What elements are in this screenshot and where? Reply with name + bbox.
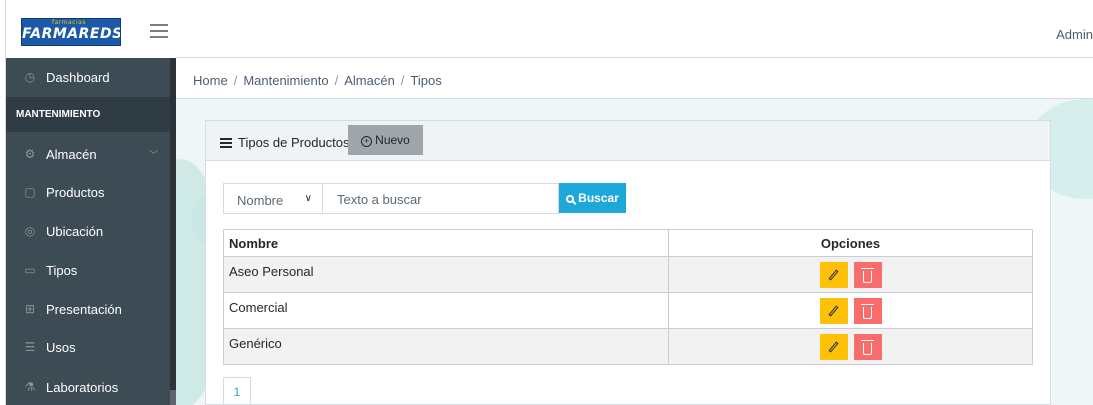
breadcrumb-almacen[interactable]: Almacén (344, 73, 395, 88)
table-row: Comercial (223, 292, 1033, 329)
card-header: Tipos de Productos + Nuevo (206, 121, 1050, 161)
column-header-opciones: Opciones (668, 229, 1033, 257)
list-icon (220, 138, 232, 148)
sidebar-item-usos[interactable]: ☰ Usos (6, 328, 170, 367)
search-input[interactable]: Texto a buscar (323, 183, 559, 214)
trash-icon (860, 303, 874, 319)
pencil-icon (827, 340, 839, 353)
card-title: Tipos de Productos (220, 135, 350, 150)
sidebar-section-title: MANTENIMIENTO (6, 97, 170, 132)
delete-button[interactable] (853, 297, 882, 324)
sidebar-item-label: Almacén (46, 147, 97, 162)
box-icon: ▢ (24, 185, 36, 199)
row-options (668, 256, 1033, 293)
tipos-table: Nombre Opciones Aseo Personal Comercial … (223, 229, 1033, 365)
flask-icon: ⚗ (24, 380, 36, 394)
sidebar-item-label: Tipos (46, 263, 78, 278)
buscar-button[interactable]: Buscar (559, 183, 626, 213)
row-options (668, 328, 1033, 365)
sidebar-item-label: Productos (46, 185, 105, 200)
breadcrumb: Home / Mantenimiento / Almacén / Tipos (193, 73, 442, 88)
search-icon (566, 195, 575, 203)
chevron-down-icon: ∨ (304, 193, 312, 204)
sidebar: ◷ Dashboard MANTENIMIENTO ⚙ Almacén ﹀ ▢ … (6, 58, 176, 405)
card-title-text: Tipos de Productos (238, 135, 350, 150)
folder-icon: ▭ (24, 263, 36, 277)
row-name: Comercial (223, 292, 669, 329)
breadcrumb-tipos: Tipos (410, 73, 442, 88)
table-row: Genérico (223, 328, 1033, 365)
pencil-icon (827, 268, 839, 281)
sidebar-item-presentacion[interactable]: ⊞ Presentación (6, 290, 170, 329)
sidebar-item-laboratorios[interactable]: ⚗ Laboratorios (6, 368, 170, 405)
nuevo-button[interactable]: + Nuevo (348, 125, 423, 155)
pencil-icon (827, 304, 839, 317)
sidebar-item-label: Laboratorios (46, 380, 119, 395)
hamburger-menu-icon[interactable] (150, 24, 168, 38)
list-icon: ☰ (24, 340, 36, 354)
breadcrumb-home[interactable]: Home (193, 73, 228, 88)
user-label[interactable]: Admin (1056, 27, 1093, 42)
sidebar-item-label: Dashboard (46, 70, 110, 85)
logo-subtext: farmacias (52, 19, 86, 26)
sidebar-item-almacen[interactable]: ⚙ Almacén ﹀ (6, 135, 170, 174)
delete-button[interactable] (853, 261, 882, 288)
plus-circle-icon: + (361, 136, 373, 147)
sidebar-item-label: Ubicación (46, 224, 104, 239)
location-pin-icon: ◎ (24, 224, 36, 238)
row-options (668, 292, 1033, 329)
breadcrumb-mantenimiento[interactable]: Mantenimiento (243, 73, 328, 88)
edit-button[interactable] (819, 333, 848, 360)
edit-button[interactable] (819, 297, 848, 324)
sidebar-item-label: Presentación (46, 302, 122, 317)
sidebar-item-tipos[interactable]: ▭ Tipos (6, 251, 170, 290)
sidebar-item-label: Usos (46, 340, 76, 355)
table-row: Aseo Personal (223, 256, 1033, 293)
top-header: farmacias FARMAREDS Admin (0, 0, 1093, 58)
window-edge (0, 0, 6, 405)
breadcrumb-bar: Home / Mantenimiento / Almacén / Tipos (176, 59, 1093, 99)
logo-text: FARMAREDS (22, 26, 121, 42)
farmareds-logo[interactable]: farmacias FARMAREDS (21, 18, 121, 46)
buscar-button-label: Buscar (578, 191, 619, 205)
select-value: Nombre (237, 193, 284, 208)
trash-icon (860, 339, 874, 355)
pagination-page-1[interactable]: 1 (223, 377, 251, 405)
trash-icon (860, 267, 874, 283)
row-name: Genérico (223, 328, 669, 365)
gears-icon: ⚙ (24, 147, 36, 161)
delete-button[interactable] (853, 333, 882, 360)
chevron-down-icon: ﹀ (148, 150, 158, 160)
sidebar-item-ubicacion[interactable]: ◎ Ubicación (6, 212, 170, 251)
nuevo-button-label: Nuevo (375, 133, 410, 147)
edit-button[interactable] (819, 261, 848, 288)
sidebar-item-productos[interactable]: ▢ Productos (6, 173, 170, 212)
search-field-select[interactable]: Nombre ∨ (223, 183, 323, 214)
row-name: Aseo Personal (223, 256, 669, 293)
tipos-card: Tipos de Productos + Nuevo Nombre ∨ Texto… (205, 120, 1051, 405)
column-header-nombre: Nombre (223, 229, 669, 257)
gift-icon: ⊞ (24, 302, 36, 316)
speedometer-icon: ◷ (24, 70, 36, 84)
sidebar-item-dashboard[interactable]: ◷ Dashboard (6, 58, 170, 97)
